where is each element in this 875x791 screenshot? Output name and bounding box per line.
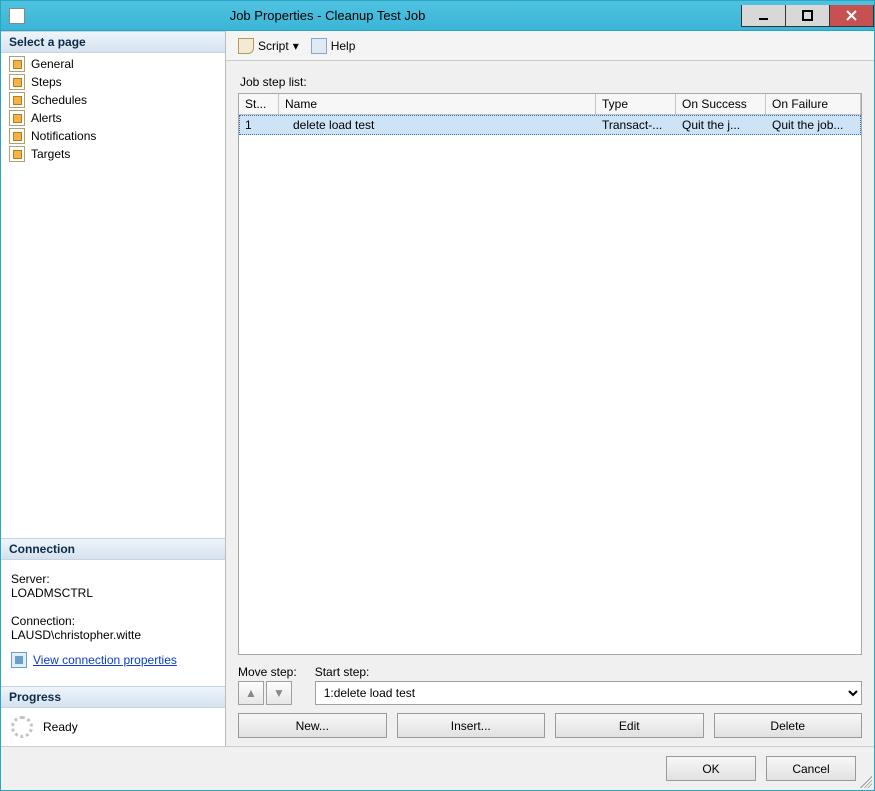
progress-spinner-icon bbox=[11, 716, 33, 738]
nav-item-steps[interactable]: Steps bbox=[5, 73, 221, 91]
left-panel: Select a page General Steps Schedules Al… bbox=[1, 31, 226, 746]
grid-body: 1 delete load test Transact-... Quit the… bbox=[239, 115, 861, 654]
help-button[interactable]: Help bbox=[307, 36, 360, 56]
window-title: Job Properties - Cleanup Test Job bbox=[0, 8, 742, 23]
progress-status: Ready bbox=[43, 720, 78, 734]
nav-item-targets[interactable]: Targets bbox=[5, 145, 221, 163]
minimize-button[interactable] bbox=[741, 5, 786, 27]
move-down-button[interactable]: ▼ bbox=[266, 681, 292, 705]
nav-item-schedules[interactable]: Schedules bbox=[5, 91, 221, 109]
col-step[interactable]: St... bbox=[239, 94, 279, 115]
network-icon bbox=[11, 652, 27, 668]
col-name[interactable]: Name bbox=[279, 94, 596, 115]
job-properties-window: Job Properties - Cleanup Test Job Select… bbox=[0, 0, 875, 791]
toolbar: Script ▾ Help bbox=[226, 31, 874, 61]
page-icon bbox=[9, 128, 25, 144]
steps-page: Job step list: St... Name Type On Succes… bbox=[226, 61, 874, 746]
nav-item-alerts[interactable]: Alerts bbox=[5, 109, 221, 127]
cell-type: Transact-... bbox=[596, 115, 676, 135]
nav-item-notifications[interactable]: Notifications bbox=[5, 127, 221, 145]
server-label: Server: bbox=[11, 572, 215, 586]
script-label: Script bbox=[258, 39, 289, 53]
progress-panel: Ready bbox=[1, 708, 225, 746]
nav-label: Schedules bbox=[31, 93, 87, 107]
nav-label: Targets bbox=[31, 147, 70, 161]
resize-grip[interactable] bbox=[860, 776, 872, 788]
nav-label: General bbox=[31, 57, 74, 71]
dialog-footer: OK Cancel bbox=[1, 746, 874, 790]
help-label: Help bbox=[331, 39, 356, 53]
cell-on-failure: Quit the job... bbox=[766, 115, 861, 135]
help-icon bbox=[311, 38, 327, 54]
job-step-list-label: Job step list: bbox=[240, 75, 862, 89]
page-nav: General Steps Schedules Alerts Notificat… bbox=[1, 53, 225, 165]
connection-value: LAUSD\christopher.witte bbox=[11, 628, 215, 642]
connection-header: Connection bbox=[1, 538, 225, 560]
nav-label: Steps bbox=[31, 75, 62, 89]
page-icon bbox=[9, 92, 25, 108]
move-up-button[interactable]: ▲ bbox=[238, 681, 264, 705]
chevron-down-icon: ▾ bbox=[293, 39, 299, 53]
nav-item-general[interactable]: General bbox=[5, 55, 221, 73]
nav-label: Notifications bbox=[31, 129, 96, 143]
arrow-up-icon: ▲ bbox=[245, 686, 257, 700]
close-button[interactable] bbox=[829, 5, 874, 27]
arrow-down-icon: ▼ bbox=[273, 686, 285, 700]
select-page-header: Select a page bbox=[1, 31, 225, 53]
progress-header: Progress bbox=[1, 686, 225, 708]
new-button[interactable]: New... bbox=[238, 713, 387, 738]
edit-button[interactable]: Edit bbox=[555, 713, 704, 738]
nav-label: Alerts bbox=[31, 111, 62, 125]
right-panel: Script ▾ Help Job step list: St... Name … bbox=[226, 31, 874, 746]
delete-button[interactable]: Delete bbox=[714, 713, 863, 738]
ok-button[interactable]: OK bbox=[666, 756, 756, 781]
view-connection-properties-link[interactable]: View connection properties bbox=[33, 653, 177, 667]
server-value: LOADMSCTRL bbox=[11, 586, 215, 600]
job-step-grid[interactable]: St... Name Type On Success On Failure 1 … bbox=[238, 93, 862, 655]
move-step-label: Move step: bbox=[238, 665, 297, 679]
cell-step: 1 bbox=[239, 115, 279, 135]
grid-header: St... Name Type On Success On Failure bbox=[239, 94, 861, 115]
col-on-success[interactable]: On Success bbox=[676, 94, 766, 115]
titlebar[interactable]: Job Properties - Cleanup Test Job bbox=[1, 1, 874, 31]
table-row[interactable]: 1 delete load test Transact-... Quit the… bbox=[239, 115, 861, 135]
page-icon bbox=[9, 146, 25, 162]
script-button[interactable]: Script ▾ bbox=[234, 36, 303, 56]
page-icon bbox=[9, 74, 25, 90]
start-step-label: Start step: bbox=[315, 665, 862, 679]
script-icon bbox=[238, 38, 254, 54]
start-step-select[interactable]: 1:delete load test bbox=[315, 681, 862, 705]
window-controls bbox=[742, 5, 874, 27]
page-icon bbox=[9, 56, 25, 72]
cancel-button[interactable]: Cancel bbox=[766, 756, 856, 781]
cell-name: delete load test bbox=[279, 115, 596, 135]
col-on-failure[interactable]: On Failure bbox=[766, 94, 861, 115]
page-icon bbox=[9, 110, 25, 126]
col-type[interactable]: Type bbox=[596, 94, 676, 115]
connection-panel: Server: LOADMSCTRL Connection: LAUSD\chr… bbox=[1, 560, 225, 674]
connection-label: Connection: bbox=[11, 614, 215, 628]
cell-on-success: Quit the j... bbox=[676, 115, 766, 135]
insert-button[interactable]: Insert... bbox=[397, 713, 546, 738]
maximize-button[interactable] bbox=[785, 5, 830, 27]
